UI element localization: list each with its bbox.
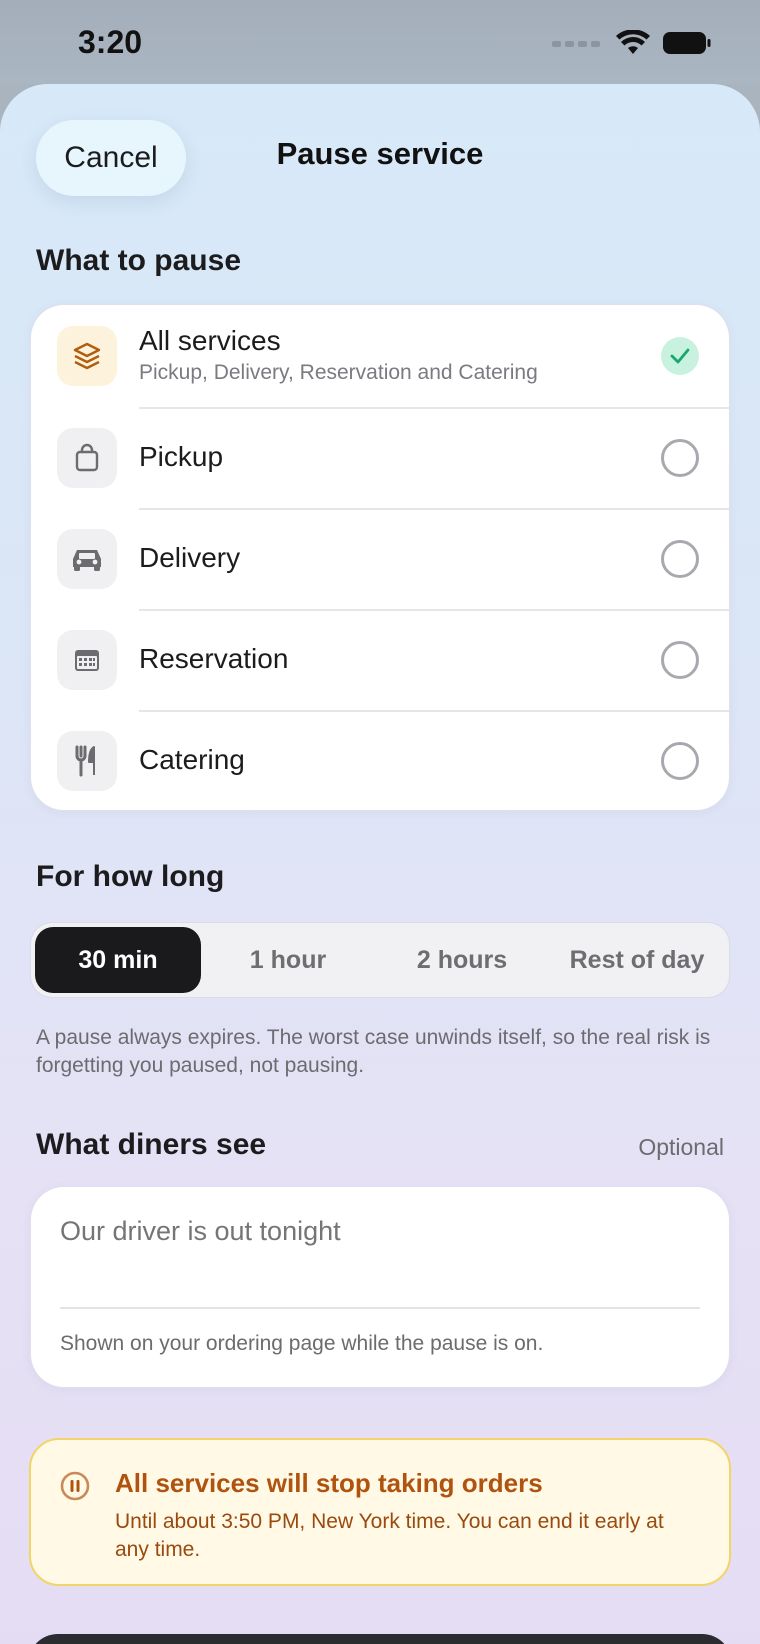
service-name: Delivery <box>139 542 241 573</box>
status-bar: 3:20 <box>0 0 760 84</box>
duration-option-rest-of-day[interactable]: Rest of day <box>549 927 725 993</box>
services-card: All services Pickup, Delivery, Reservati… <box>30 304 730 811</box>
radio-unchecked[interactable] <box>661 439 699 477</box>
pause-warning-banner: All services will stop taking orders Unt… <box>29 1438 731 1586</box>
duration-option-1-hour[interactable]: 1 hour <box>205 927 371 993</box>
service-option-delivery[interactable]: Delivery <box>31 510 731 609</box>
wifi-icon <box>616 30 650 54</box>
calendar-icon <box>57 630 117 690</box>
utensils-icon <box>57 731 117 791</box>
warning-body: Until about 3:50 PM, New York time. You … <box>115 1510 664 1561</box>
duration-option-2-hours[interactable]: 2 hours <box>379 927 545 993</box>
service-subtitle: Pickup, Delivery, Reservation and Cateri… <box>139 361 538 384</box>
battery-icon <box>663 32 711 54</box>
duration-helper-text: A pause always expires. The worst case u… <box>36 1026 711 1077</box>
shopping-bag-icon <box>57 428 117 488</box>
input-underline <box>60 1307 700 1309</box>
service-name: All services <box>139 325 281 356</box>
service-option-reservation[interactable]: Reservation <box>31 611 731 710</box>
checkmark-icon <box>670 348 690 364</box>
duration-option-30-min[interactable]: 30 min <box>35 927 201 993</box>
radio-unchecked[interactable] <box>661 641 699 679</box>
radio-unchecked[interactable] <box>661 540 699 578</box>
service-name: Reservation <box>139 643 289 674</box>
confirm-pause-button[interactable] <box>28 1634 732 1644</box>
warning-title: All services will stop taking orders <box>115 1468 543 1498</box>
status-time: 3:20 <box>78 24 143 60</box>
for-how-long-label: For how long <box>36 860 225 893</box>
service-option-catering[interactable]: Catering <box>31 712 731 811</box>
radio-unchecked[interactable] <box>661 742 699 780</box>
page-title: Pause service <box>276 136 484 171</box>
optional-label: Optional <box>638 1134 724 1160</box>
signal-icon <box>552 41 600 47</box>
duration-segmented-control: 30 min 1 hour 2 hours Rest of day <box>30 922 730 998</box>
service-name: Catering <box>139 744 245 775</box>
diner-message-hint: Shown on your ordering page while the pa… <box>60 1332 544 1355</box>
radio-checked[interactable] <box>661 337 699 375</box>
what-diners-see-label: What diners see <box>36 1128 267 1161</box>
service-option-pickup[interactable]: Pickup <box>31 409 731 508</box>
pause-service-sheet: Cancel Pause service What to pause All s… <box>0 84 760 1644</box>
service-name: Pickup <box>139 441 224 472</box>
car-icon <box>57 529 117 589</box>
what-to-pause-label: What to pause <box>36 244 242 277</box>
layers-icon <box>57 326 117 386</box>
service-option-all[interactable]: All services Pickup, Delivery, Reservati… <box>31 305 731 407</box>
diner-message-input[interactable] <box>60 1216 700 1247</box>
status-icons <box>552 30 712 56</box>
pause-circle-icon <box>60 1471 90 1501</box>
